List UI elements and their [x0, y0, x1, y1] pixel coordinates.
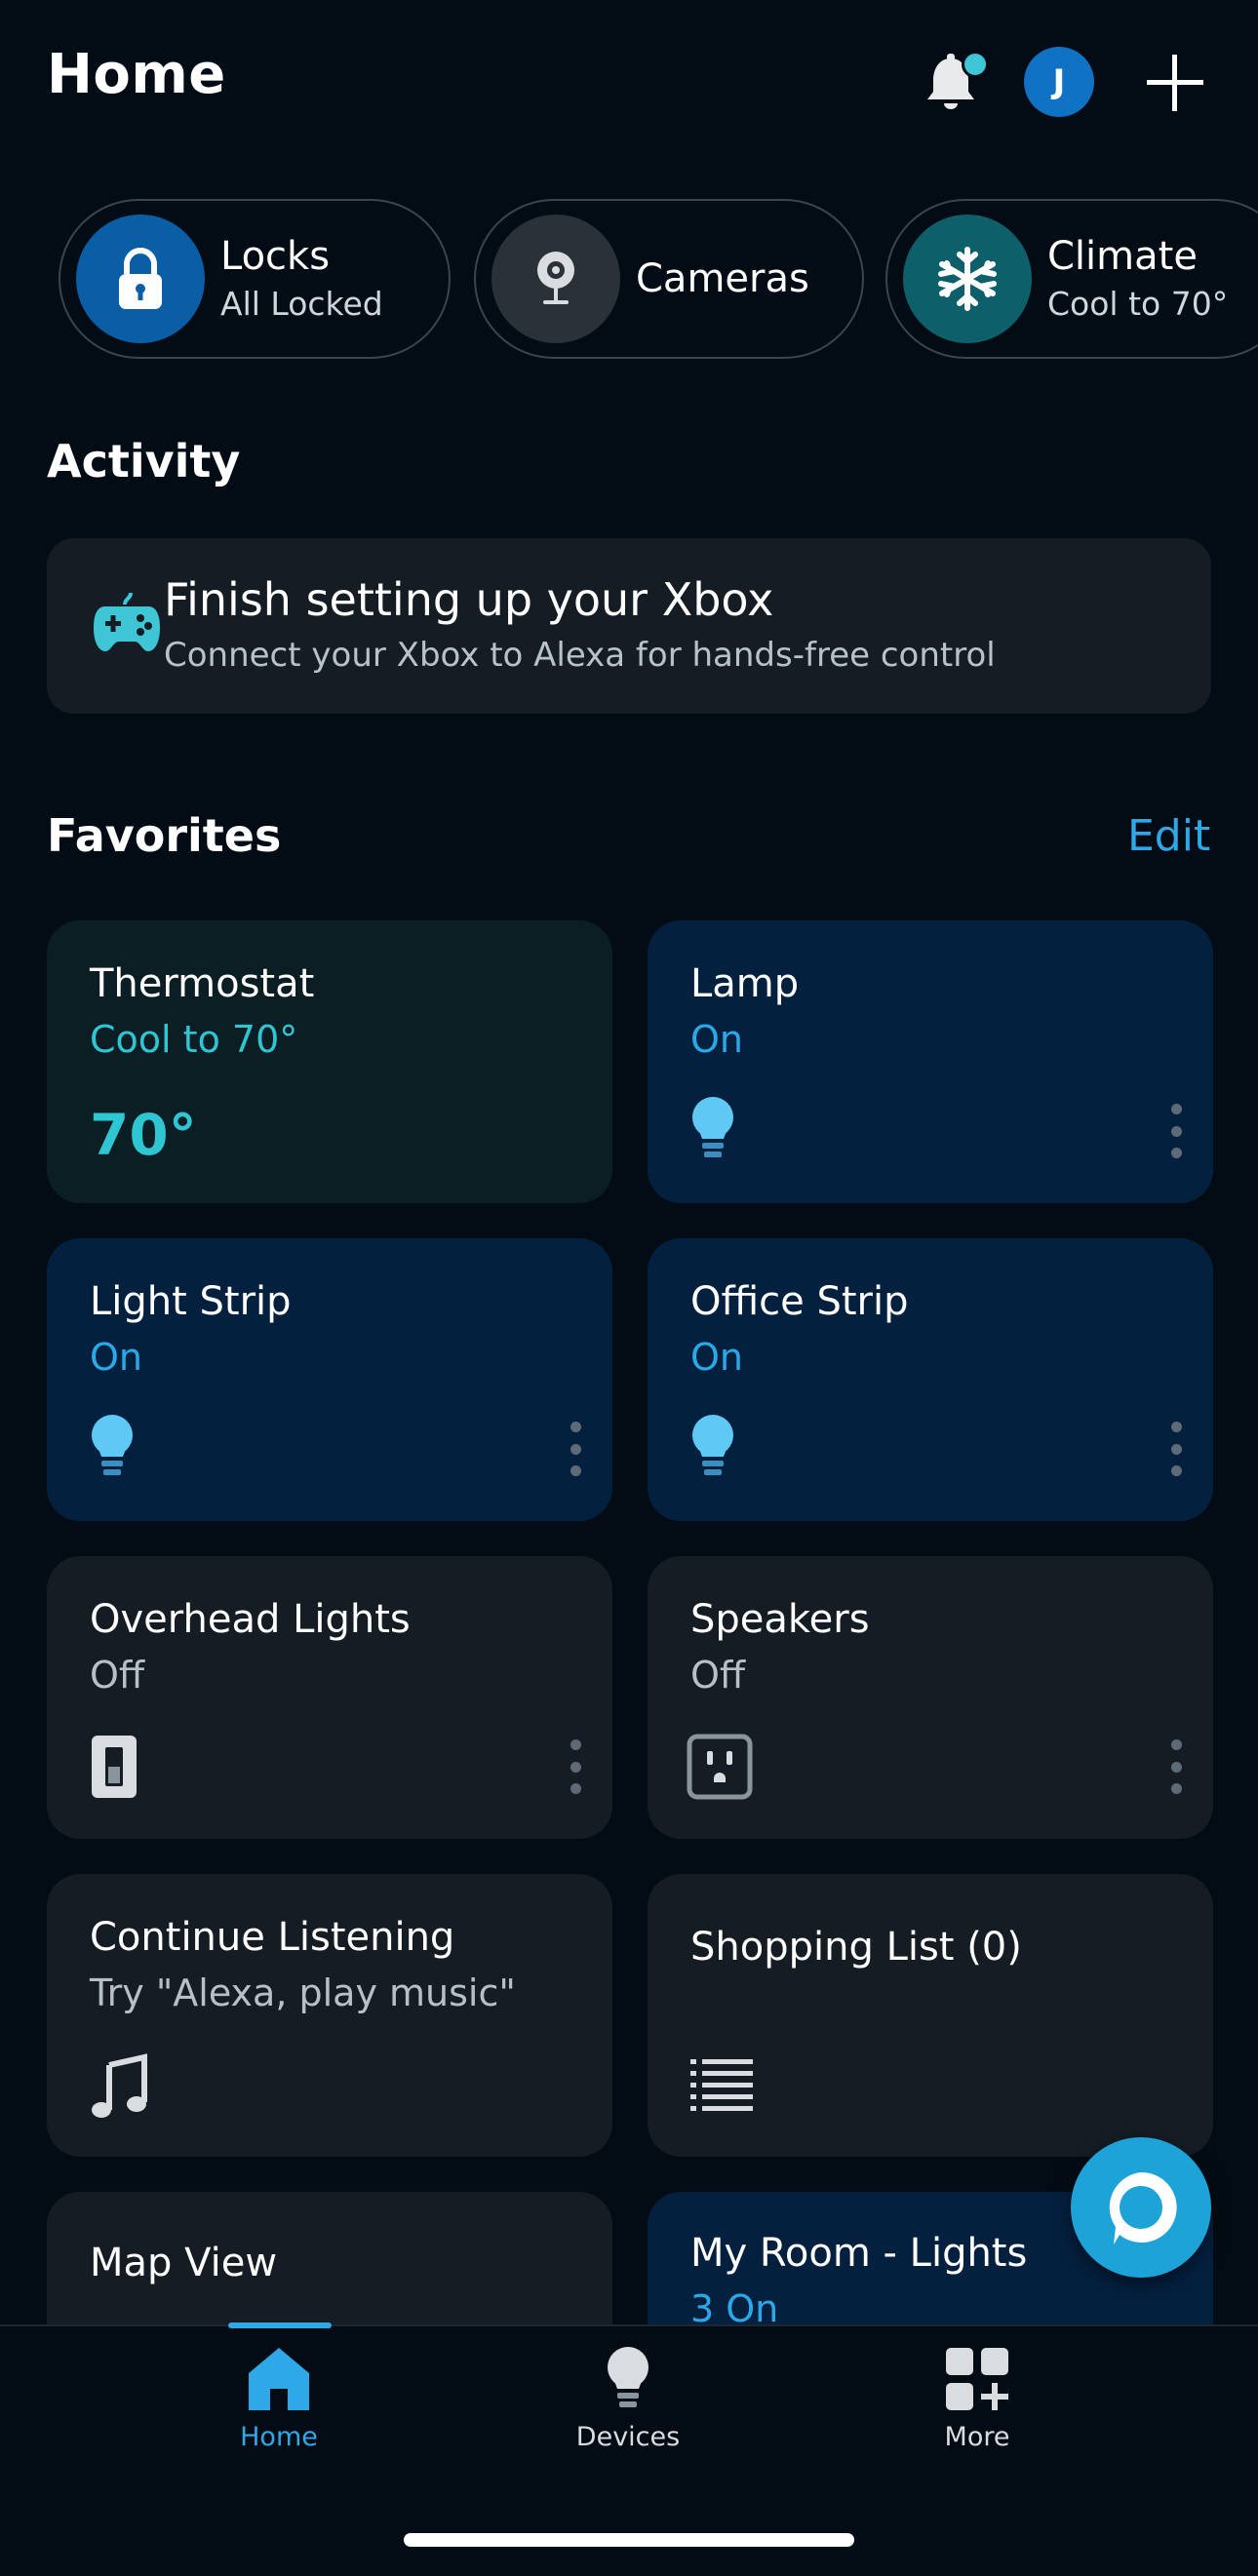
tile-status: Try "Alexa, play music" [90, 1971, 516, 2014]
cameras-pill[interactable]: Cameras [474, 199, 864, 359]
page-title: Home [47, 43, 226, 106]
more-options-icon[interactable] [1170, 1422, 1182, 1476]
music-note-icon [90, 2053, 148, 2126]
light-strip-tile[interactable]: Light Strip On [47, 1238, 612, 1521]
tile-title: Overhead Lights [90, 1597, 411, 1642]
pill-title: Cameras [636, 256, 809, 301]
active-tab-indicator [228, 2322, 332, 2328]
alexa-icon [1109, 2171, 1177, 2244]
bulb-icon[interactable] [90, 1414, 135, 1486]
activity-card-subtitle: Connect your Xbox to Alexa for hands-fre… [164, 636, 996, 675]
shopping-list-tile[interactable]: Shopping List (0) [648, 1874, 1213, 2157]
alexa-button[interactable] [1071, 2137, 1211, 2278]
favorites-heading: Favorites [47, 809, 282, 862]
climate-pill[interactable]: Climate Cool to 70° [885, 199, 1258, 359]
tile-title: My Room - Lights [690, 2231, 1028, 2276]
thermostat-tile[interactable]: Thermostat Cool to 70° 70° [47, 920, 612, 1203]
pill-title: Locks [220, 234, 331, 279]
office-strip-tile[interactable]: Office Strip On [648, 1238, 1213, 1521]
tile-title: Office Strip [690, 1279, 909, 1324]
home-indicator [404, 2533, 854, 2547]
nav-label: More [944, 2422, 1010, 2452]
more-options-icon[interactable] [1170, 1739, 1182, 1794]
tile-status: On [90, 1336, 142, 1379]
continue-listening-tile[interactable]: Continue Listening Try "Alexa, play musi… [47, 1874, 612, 2157]
notification-badge [962, 51, 989, 78]
avatar-initial: J [1052, 62, 1066, 101]
edit-favorites-button[interactable]: Edit [1127, 811, 1210, 861]
more-options-icon[interactable] [570, 1422, 581, 1476]
more-options-icon[interactable] [1170, 1104, 1182, 1158]
switch-icon[interactable] [90, 1734, 138, 1804]
tile-title: Map View [90, 2241, 278, 2285]
camera-icon [491, 215, 620, 343]
bulb-icon[interactable] [690, 1414, 735, 1486]
lock-icon [76, 215, 205, 343]
overhead-lights-tile[interactable]: Overhead Lights Off [47, 1556, 612, 1839]
nav-label: Home [240, 2422, 318, 2452]
activity-card[interactable] [47, 538, 1211, 714]
tile-status: Cool to 70° [90, 1018, 298, 1061]
nav-devices[interactable]: Devices [521, 2346, 735, 2452]
list-icon [690, 2055, 753, 2118]
tile-title: Continue Listening [90, 1915, 455, 1960]
tile-title: Lamp [690, 961, 800, 1006]
tile-status: On [690, 1018, 743, 1061]
locks-pill[interactable]: Locks All Locked [59, 199, 451, 359]
tile-status: Off [690, 1654, 746, 1697]
lamp-tile[interactable]: Lamp On [648, 920, 1213, 1203]
pill-title: Climate [1047, 234, 1198, 279]
thermostat-temperature: 70° [90, 1102, 197, 1168]
add-button[interactable] [1141, 49, 1209, 117]
more-options-icon[interactable] [570, 1739, 581, 1794]
plus-icon [1147, 55, 1203, 111]
tile-status: On [690, 1336, 743, 1379]
nav-label: Devices [575, 2422, 681, 2452]
outlet-icon[interactable] [687, 1734, 753, 1804]
tile-title: Speakers [690, 1597, 870, 1642]
speakers-tile[interactable]: Speakers Off [648, 1556, 1213, 1839]
tile-title: Shopping List (0) [690, 1925, 1022, 1970]
tile-title: Light Strip [90, 1279, 292, 1324]
bulb-icon[interactable] [690, 1096, 735, 1168]
nav-home[interactable]: Home [172, 2346, 386, 2452]
gamepad-icon [92, 589, 162, 661]
bulb-icon [608, 2347, 649, 2407]
grid-plus-icon [946, 2348, 1008, 2410]
tile-status: Off [90, 1654, 145, 1697]
snowflake-icon [903, 215, 1032, 343]
activity-heading: Activity [47, 435, 241, 488]
pill-subtitle: All Locked [220, 285, 383, 323]
tile-title: Thermostat [90, 961, 315, 1006]
home-icon [249, 2348, 309, 2410]
activity-card-title: Finish setting up your Xbox [164, 573, 774, 626]
avatar[interactable]: J [1024, 47, 1094, 117]
pill-subtitle: Cool to 70° [1047, 285, 1229, 323]
nav-more[interactable]: More [870, 2346, 1084, 2452]
